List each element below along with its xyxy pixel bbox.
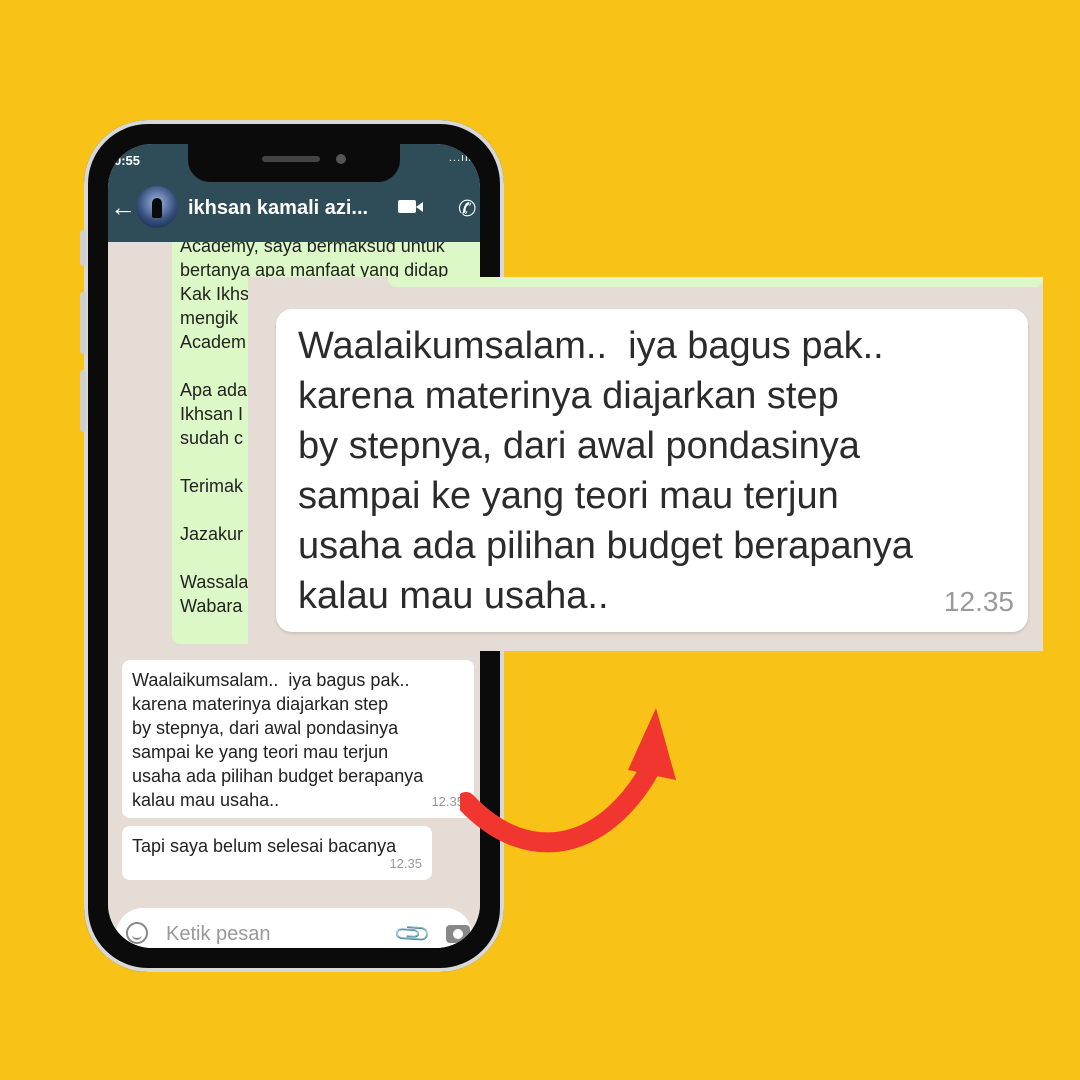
chat-header: ← ikhsan kamali azi... ✆ — [108, 176, 480, 242]
message-input[interactable]: Ketik pesan — [166, 923, 271, 946]
camera-icon[interactable] — [446, 925, 470, 943]
phone-notch — [188, 144, 400, 182]
outgoing-bubble-edge — [388, 277, 1043, 287]
phone-icon[interactable]: ✆ — [458, 196, 476, 222]
incoming-message[interactable]: Waalaikumsalam.. iya bagus pak.. karena … — [122, 660, 474, 818]
front-camera — [336, 154, 346, 164]
message-text: Waalaikumsalam.. iya bagus pak.. karena … — [132, 670, 424, 810]
zoom-callout: Waalaikumsalam.. iya bagus pak.. karena … — [248, 277, 1043, 651]
curved-arrow-icon — [460, 708, 676, 853]
status-time: 0:55 — [114, 153, 141, 168]
video-camera-icon[interactable] — [398, 200, 423, 213]
avatar[interactable] — [136, 186, 178, 228]
back-arrow-icon[interactable]: ← — [110, 194, 136, 220]
incoming-message[interactable]: Tapi saya belum selesai bacanya 12.35 — [122, 826, 432, 880]
contact-name[interactable]: ikhsan kamali azi... — [188, 197, 368, 220]
volume-up-button — [80, 292, 86, 354]
message-time: 12.35 — [389, 856, 422, 871]
message-text: Tapi saya belum selesai bacanya — [132, 836, 397, 856]
zoomed-message-time: 12.35 — [943, 586, 1014, 617]
mute-switch — [80, 230, 86, 266]
paperclip-icon[interactable]: 📎 — [392, 914, 434, 948]
speaker-grille — [262, 156, 320, 162]
zoomed-message-text: Waalaikumsalam.. iya bagus pak.. karena … — [298, 325, 913, 617]
volume-down-button — [80, 370, 86, 432]
signal-icon: ...ıll — [448, 152, 472, 164]
emoji-icon[interactable] — [126, 922, 148, 944]
message-input-bar[interactable]: Ketik pesan 📎 — [116, 908, 472, 948]
zoomed-message-bubble: Waalaikumsalam.. iya bagus pak.. karena … — [276, 309, 1028, 632]
